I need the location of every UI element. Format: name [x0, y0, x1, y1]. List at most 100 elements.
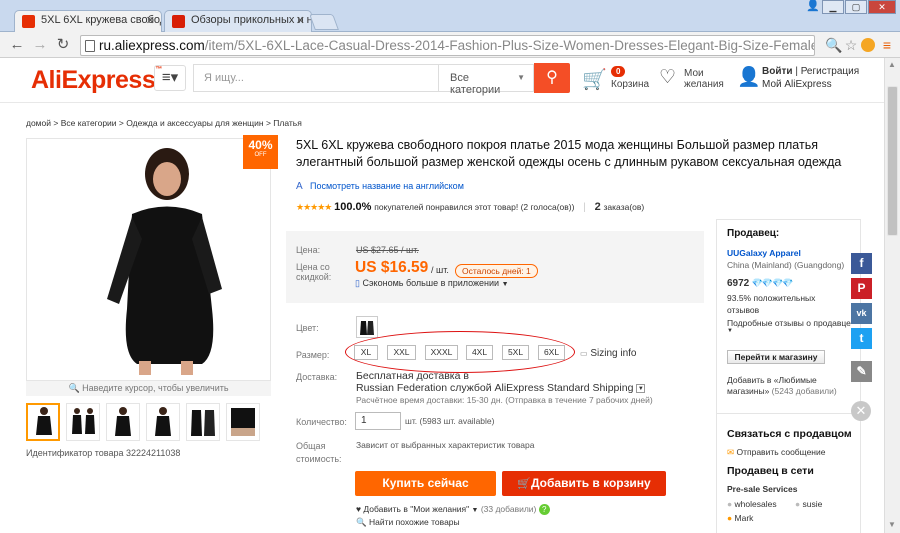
agent-link[interactable]: ● wholesales: [727, 499, 777, 509]
chevron-down-icon: ▼: [471, 507, 479, 514]
zoom-icon[interactable]: 🔍: [825, 37, 842, 53]
envelope-icon: ✉: [727, 447, 735, 457]
tab-product[interactable]: 5XL 6XL кружева свободно ✕: [14, 10, 162, 32]
category-select[interactable]: Все категории ▼: [438, 64, 534, 96]
seller-detailed-feedback-link[interactable]: Подробные отзывы о продавце: [727, 318, 851, 328]
color-label: Цвет:: [296, 323, 319, 333]
aliexpress-logo[interactable]: AliExpress™: [31, 66, 162, 95]
close-window-button[interactable]: ✕: [868, 0, 896, 14]
minimize-button[interactable]: ▁: [822, 0, 844, 14]
seller-location: China (Mainland) (Guangdong): [727, 260, 845, 270]
discount-badge: 40% OFF: [243, 135, 278, 169]
shipping-time: Расчётное время доставки: 15-30 дн. (Отп…: [356, 395, 653, 405]
shipping-free: Бесплатная доставка в: [356, 370, 469, 382]
extension-icon[interactable]: [861, 38, 875, 52]
cart-icon: 🛒: [517, 478, 531, 490]
thumbnail-image: [115, 407, 131, 436]
browser-toolbar: ← → ↻ ru.aliexpress.com/item/5XL-6XL-Lac…: [0, 32, 900, 58]
wishlist-count: (33 добавили): [480, 504, 537, 514]
seller-online-heading: Продавец в сети: [727, 465, 814, 477]
login-link[interactable]: Войти: [762, 66, 793, 77]
wishlist-link[interactable]: Мои желания: [684, 68, 724, 90]
maximize-button[interactable]: ▢: [845, 0, 867, 14]
user-icon[interactable]: 👤: [802, 0, 824, 14]
agent-link[interactable]: ● susie: [795, 499, 822, 509]
gallery-thumbnail[interactable]: [186, 403, 220, 441]
add-to-cart-button[interactable]: 🛒Добавить в корзину: [502, 471, 666, 496]
back-arrow-icon[interactable]: ←: [8, 36, 26, 54]
price-unit: / шт.: [431, 265, 449, 275]
visit-store-button[interactable]: Перейти к магазину: [727, 350, 825, 364]
scroll-up-icon[interactable]: ▲: [888, 60, 896, 69]
bookmark-star-icon[interactable]: ☆: [843, 37, 859, 53]
gallery-thumbnail[interactable]: [66, 403, 100, 441]
discount-price-label: Цена со скидкой:: [296, 262, 332, 282]
facebook-icon[interactable]: f: [851, 253, 872, 274]
help-icon[interactable]: ?: [538, 504, 550, 515]
delivery-label: Доставка:: [296, 372, 338, 382]
days-left-badge: Осталось дней: 1: [455, 264, 538, 278]
gallery-thumbnail[interactable]: [106, 403, 140, 441]
new-tab-button[interactable]: [309, 14, 339, 30]
zoom-hint: 🔍 Наведите курсор, чтобы увеличить: [26, 381, 271, 396]
app-save-link[interactable]: ▯ Сэкономь больше в приложении ▼: [355, 278, 509, 289]
twitter-icon[interactable]: t: [851, 328, 872, 349]
close-icon[interactable]: ✕: [851, 401, 871, 421]
breadcrumb[interactable]: домой > Все категории > Одежда и аксессу…: [26, 118, 302, 128]
reload-icon[interactable]: ↻: [54, 36, 72, 54]
chevron-down-icon[interactable]: ▼: [636, 383, 646, 393]
agent-link[interactable]: ● Mark: [727, 513, 753, 523]
divider: |: [583, 202, 586, 213]
add-to-wishlist-link[interactable]: ♥ Добавить в "Мои желания" ▼ (33 добавил…: [356, 504, 550, 515]
my-aliexpress-link[interactable]: Мой AliExpress: [762, 79, 832, 90]
seller-positive-feedback: 93.5% положительных отзывов: [727, 293, 816, 315]
scroll-down-icon[interactable]: ▼: [888, 520, 896, 529]
vk-icon[interactable]: vk: [851, 303, 872, 324]
search-button[interactable]: ⚲: [534, 63, 570, 93]
aliexpress-favicon-icon: [22, 15, 35, 28]
translate-link[interactable]: A Посмотреть название на английском: [296, 181, 464, 192]
forward-arrow-icon[interactable]: →: [31, 36, 49, 54]
discount-percent: 40%: [248, 138, 273, 152]
size-label: Размер:: [296, 350, 330, 360]
send-message-link[interactable]: ✉ Отправить сообщение: [727, 447, 825, 458]
cart-icon[interactable]: 🛒: [582, 67, 607, 92]
price-label: Цена:: [296, 245, 321, 255]
edit-icon[interactable]: ✎: [851, 361, 872, 382]
register-link[interactable]: Регистрация: [801, 66, 859, 77]
dress-photo: [27, 139, 270, 380]
page-scrollbar[interactable]: ▲ ▼: [884, 58, 900, 533]
pinterest-icon[interactable]: P: [851, 278, 872, 299]
cart-link[interactable]: Корзина: [611, 79, 649, 90]
user-icon[interactable]: 👤: [737, 65, 761, 89]
color-option-black[interactable]: [356, 316, 378, 338]
close-tab-icon[interactable]: ✕: [146, 14, 155, 27]
find-similar-link[interactable]: 🔍 Найти похожие товары: [356, 517, 460, 528]
rating-text[interactable]: покупателей понравился этот товар! (2 го…: [374, 202, 574, 212]
shipping-service[interactable]: Russian Federation службой AliExpress St…: [356, 382, 646, 394]
add-favorite-store-link[interactable]: Добавить в «Любимые магазины» (5243 доба…: [727, 375, 852, 397]
sizing-info-link[interactable]: ▭ Sizing info: [580, 348, 636, 359]
browser-menu-icon[interactable]: ≡: [879, 37, 895, 53]
buy-now-button[interactable]: Купить сейчас: [355, 471, 496, 496]
categories-menu-button[interactable]: ≡▾: [154, 65, 186, 91]
gallery-thumbnail[interactable]: [226, 403, 260, 441]
search-input[interactable]: Я ищу...: [193, 64, 438, 92]
tab-reviews[interactable]: Обзоры прикольных и необ ✕: [164, 10, 312, 32]
seller-name-link[interactable]: UUGalaxy Apparel: [727, 248, 801, 258]
flag-favicon-icon: [172, 15, 185, 28]
scrollbar-thumb[interactable]: [887, 86, 898, 236]
orders-count: 2: [594, 201, 601, 213]
page-viewport: AliExpress™ ≡▾ Я ищу... Все категории ▼ …: [0, 58, 884, 533]
quantity-label: Количество:: [296, 417, 347, 427]
quantity-input[interactable]: 1: [355, 412, 401, 430]
close-tab-icon[interactable]: ✕: [296, 14, 305, 27]
gallery-thumbnail[interactable]: [146, 403, 180, 441]
main-product-image[interactable]: [26, 138, 271, 381]
heart-icon[interactable]: ♡: [659, 66, 676, 89]
chat-icon: ●: [795, 499, 801, 509]
url-path: /item/5XL-6XL-Lace-Casual-Dress-2014-Fas…: [204, 38, 814, 53]
gallery-thumbnail[interactable]: [26, 403, 60, 441]
address-bar[interactable]: ru.aliexpress.com/item/5XL-6XL-Lace-Casu…: [80, 35, 815, 56]
presale-label: Pre-sale Services: [727, 484, 798, 494]
